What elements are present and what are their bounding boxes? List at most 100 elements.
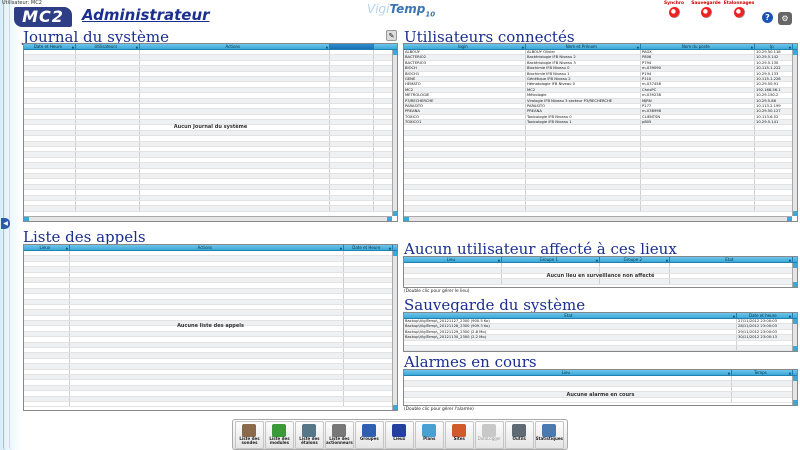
table-cell	[76, 141, 140, 147]
col-lieu[interactable]: Lieu	[404, 370, 732, 375]
table-cell	[755, 179, 793, 184]
table-cell	[404, 152, 526, 157]
col-login[interactable]: login	[404, 44, 526, 49]
connectes-grid[interactable]: login Nom et Prénom Nom du poste Ip ALBO…	[403, 43, 798, 222]
col-actions[interactable]: Actions	[140, 44, 330, 49]
table-cell: PARASITO	[404, 103, 526, 109]
collapse-panel-button[interactable]: ◀	[1, 218, 10, 229]
liste-actionneurs-button[interactable]: Liste des actionneurs	[324, 421, 354, 449]
outils-button[interactable]: Outils	[504, 421, 534, 449]
table-cell: GENE	[404, 76, 526, 82]
export-journal-button[interactable]: ✎	[386, 30, 397, 41]
table-cell: 10.29.5.86	[755, 98, 793, 103]
lieux-button[interactable]: Lieux	[384, 421, 414, 449]
table-cell	[330, 71, 374, 76]
affecte-grid[interactable]: Lieu Groupe 1 Groupe 2 Etat Aucun lieu e…	[403, 256, 798, 288]
liste-modules-button[interactable]: Liste des modules	[264, 421, 294, 449]
col-date-heure[interactable]: Date et heure	[737, 313, 793, 318]
table-cell	[526, 195, 641, 200]
vertical-scrollbar[interactable]	[792, 319, 797, 351]
table-cell	[24, 283, 70, 288]
vertical-scrollbar[interactable]	[392, 50, 397, 216]
table-cell	[24, 60, 76, 66]
liste-sondes-label: Liste des sondes	[239, 436, 260, 445]
col-actions[interactable]: Actions	[70, 245, 344, 250]
sauvegarde-button[interactable]: Sauvegarde	[690, 1, 722, 18]
help-button[interactable]: ?	[762, 12, 773, 23]
col-etat[interactable]: Etat	[670, 257, 793, 262]
table-row[interactable]	[404, 345, 793, 351]
vertical-scrollbar[interactable]	[792, 50, 797, 216]
col-lieux[interactable]: Lieux	[24, 245, 70, 250]
table-cell	[404, 206, 526, 211]
mc2-logo: MC2	[14, 7, 72, 27]
table-cell	[140, 82, 330, 87]
vertical-scrollbar[interactable]	[792, 263, 797, 287]
table-cell	[140, 184, 330, 190]
table-cell	[526, 179, 641, 184]
sites-button[interactable]: Sites	[444, 421, 474, 449]
table-cell	[24, 55, 76, 60]
table-cell	[344, 401, 393, 407]
table-cell: m-038998	[641, 109, 755, 114]
table-cell	[755, 195, 793, 200]
col-nom-poste[interactable]: Nom du poste	[641, 44, 755, 49]
col-groupe-2[interactable]: Groupe 2	[600, 257, 670, 262]
affecte-title: Aucun utilisateur affecté à ces lieux	[404, 240, 677, 258]
liste-sondes-button[interactable]: Liste des sondes	[235, 421, 264, 449]
table-cell	[344, 315, 393, 321]
journal-grid[interactable]: Date et Heure Utilisateurs Actions Aucun…	[23, 43, 398, 222]
table-cell: P3/RECHERCHE	[404, 98, 526, 103]
col-temps[interactable]: Temps	[732, 370, 793, 375]
alarmes-grid[interactable]: Lieu Temps Aucune alarme en cours	[403, 369, 798, 406]
document-icon: ✎	[388, 32, 395, 40]
table-cell	[404, 130, 526, 136]
table-cell	[24, 87, 76, 93]
table-cell	[344, 369, 393, 374]
horizontal-scrollbar[interactable]	[404, 216, 792, 221]
table-cell	[140, 157, 330, 163]
table-cell	[76, 114, 140, 120]
table-cell	[140, 130, 330, 136]
col-date-heure[interactable]: Date et Heure	[24, 44, 76, 49]
vertical-scrollbar[interactable]	[792, 376, 797, 405]
col-etat[interactable]: Etat	[404, 313, 737, 318]
table-row[interactable]	[404, 397, 793, 403]
table-row[interactable]	[24, 401, 393, 408]
col-lieu[interactable]: Lieu	[404, 257, 502, 262]
col-ip[interactable]: Ip	[755, 44, 793, 49]
vertical-scrollbar[interactable]	[392, 251, 397, 410]
table-cell	[330, 103, 374, 109]
table-row[interactable]	[404, 279, 793, 285]
etalonnages-button[interactable]: Etalonnages	[723, 1, 755, 18]
table-row[interactable]	[404, 206, 793, 212]
table-cell	[404, 168, 526, 173]
col-nom-prenom[interactable]: Nom et Prénom	[526, 44, 641, 49]
table-cell	[755, 206, 793, 211]
liste-etalons-button[interactable]: Liste des étalons	[294, 421, 324, 449]
statistiques-button[interactable]: Statistiques	[534, 421, 564, 449]
settings-button[interactable]: ⚙	[778, 12, 792, 25]
col-date-heure[interactable]: Date et Heure	[344, 245, 393, 250]
col-groupe-1[interactable]: Groupe 1	[502, 257, 600, 262]
table-cell	[755, 200, 793, 206]
groupes-button[interactable]: Groupes	[354, 421, 384, 449]
table-cell	[404, 200, 526, 206]
page-title: Administrateur	[82, 6, 210, 24]
table-cell	[344, 283, 393, 288]
horizontal-scrollbar[interactable]	[24, 216, 392, 221]
table-cell	[70, 342, 344, 348]
sauvegarde-grid[interactable]: Etat Date et heure Backup\VigiTemp\_2012…	[403, 312, 798, 352]
appels-grid[interactable]: Lieux Actions Date et Heure Aucune liste…	[23, 244, 398, 411]
groupes-label: Groupes	[359, 436, 379, 441]
table-cell	[344, 256, 393, 261]
table-cell	[24, 157, 76, 163]
table-row[interactable]	[24, 206, 392, 212]
plans-button[interactable]: Plans	[414, 421, 444, 449]
col-utilisateurs[interactable]: Utilisateurs	[76, 44, 140, 49]
table-cell	[24, 179, 76, 184]
table-cell	[70, 380, 344, 385]
synchro-button[interactable]: Synchro	[658, 1, 690, 18]
table-cell	[526, 190, 641, 195]
table-cell	[140, 190, 330, 195]
